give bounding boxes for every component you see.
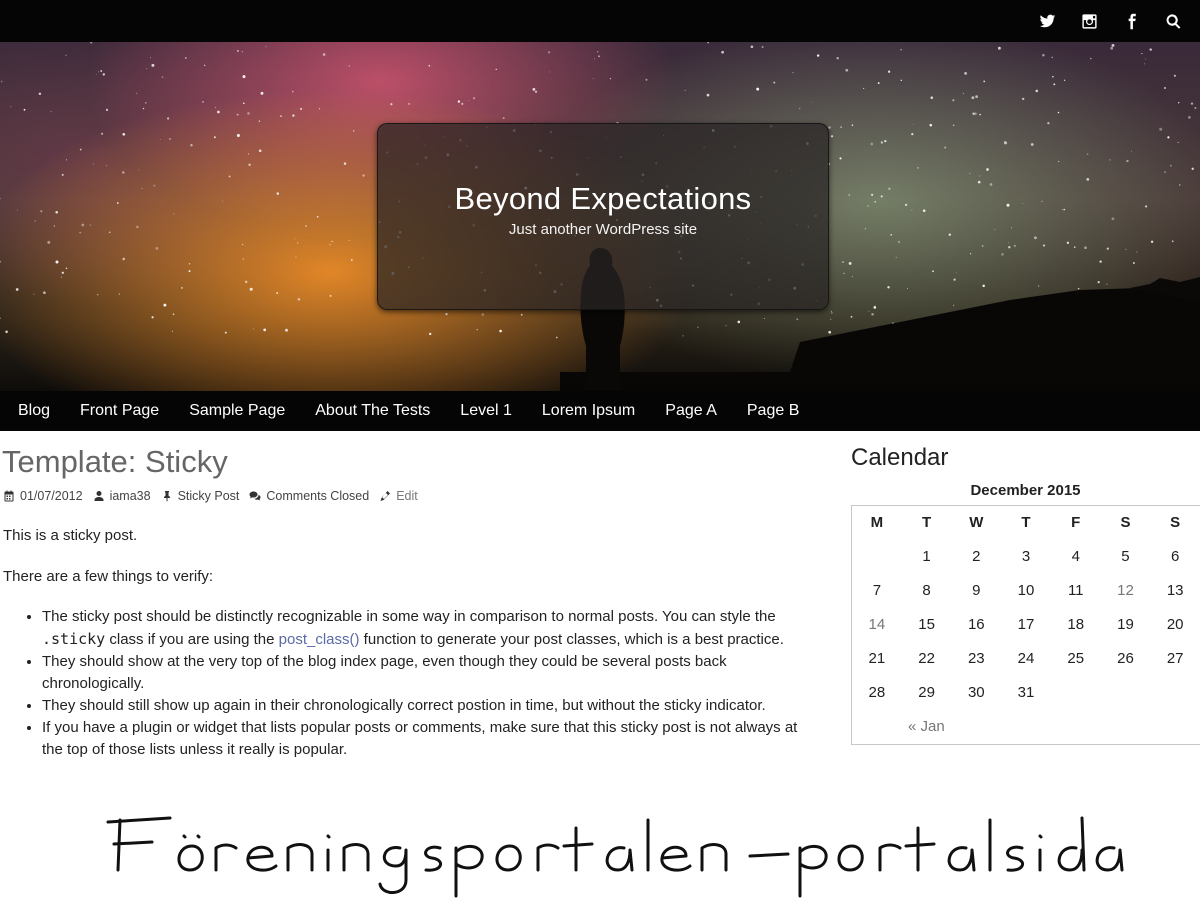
calendar-day: 26 [1117, 650, 1134, 667]
edit-link[interactable]: Edit [396, 489, 418, 503]
nav-item-blog[interactable]: Blog [3, 391, 65, 431]
facebook-icon[interactable] [1110, 0, 1152, 42]
list-item: They should show at the very top of the … [42, 651, 812, 695]
user-icon [94, 491, 104, 501]
calendar-day: 5 [1121, 548, 1130, 565]
calendar-day: 3 [1021, 548, 1031, 565]
calendar-day: 8 [922, 582, 931, 599]
calendar-day: 10 [1017, 582, 1035, 599]
weekday-header: S [1120, 514, 1131, 531]
post-class-link[interactable]: post_class() [279, 631, 360, 648]
main-navigation: Blog Front Page Sample Page About The Te… [0, 391, 1200, 431]
calendar-day: 22 [918, 650, 935, 667]
calendar-icon [4, 490, 14, 502]
calendar-widget: December 2015 M T W T F S S 1 2 3 4 5 6 7 8 9 10 1… [851, 477, 1200, 745]
nav-item-sample-page[interactable]: Sample Page [174, 391, 300, 431]
calendar-widget-title: Calendar [851, 444, 949, 471]
calendar-day: 17 [1017, 616, 1035, 633]
calendar-day: 20 [1166, 616, 1184, 633]
handwritten-caption-overlay [106, 816, 1124, 898]
twitter-icon[interactable] [1026, 0, 1068, 42]
calendar-day: 13 [1166, 582, 1184, 599]
site-tagline: Just another WordPress site [508, 221, 698, 238]
calendar-day: 15 [918, 616, 935, 633]
calendar-week-row: 28 29 30 31 [852, 676, 1200, 710]
weekday-header: M [870, 514, 884, 531]
pencil-icon [380, 491, 391, 501]
calendar-weeks: 1 2 3 4 5 6 7 8 9 10 11 12 13 14 15 16 17 18 19 20 21 22 23 24 2… [852, 540, 1200, 710]
nav-item-page-a[interactable]: Page A [650, 391, 732, 431]
calendar-week-row: 7 8 9 10 11 12 13 [852, 574, 1200, 608]
calendar-prev-month-link[interactable]: « Jan [852, 710, 1200, 744]
calendar-day: 6 [1171, 548, 1180, 565]
calendar-day: 4 [1071, 548, 1080, 565]
weekday-header: T [1021, 514, 1031, 531]
nav-item-page-b[interactable]: Page B [732, 391, 814, 431]
calendar-day: 31 [1017, 684, 1035, 701]
calendar-day: 1 [922, 548, 931, 565]
calendar-day: 14 [868, 616, 886, 633]
list-item: They should still show up again in their… [42, 695, 812, 717]
nav-item-level-1[interactable]: Level 1 [445, 391, 527, 431]
calendar-day: 18 [1067, 616, 1085, 633]
weekday-header: F [1071, 514, 1081, 531]
calendar-week-row: 1 2 3 4 5 6 [852, 540, 1200, 574]
calendar-day: 25 [1067, 650, 1085, 667]
weekday-header: W [969, 514, 984, 531]
calendar-day: 23 [967, 650, 985, 667]
weekday-header: T [921, 514, 932, 531]
calendar-empty-cell [1051, 676, 1101, 710]
calendar-week-row: 14 15 16 17 18 19 20 [852, 608, 1200, 642]
post-author[interactable]: iama38 [110, 489, 151, 503]
calendar-day: 21 [868, 650, 886, 667]
calendar-day: 12 [1117, 582, 1134, 599]
nav-item-about-the-tests[interactable]: About The Tests [300, 391, 445, 431]
calendar-table: M T W T F S S 1 2 3 4 5 6 7 8 9 10 11 12 13 14 15 16 17 1… [851, 505, 1200, 745]
search-icon[interactable] [1152, 0, 1194, 42]
calendar-empty-cell [852, 540, 902, 574]
post-paragraph-2: There are a few things to verify: [3, 568, 214, 585]
calendar-day: 16 [967, 616, 985, 633]
calendar-day: 24 [1017, 650, 1035, 667]
nav-item-front-page[interactable]: Front Page [65, 391, 174, 431]
calendar-header-row: M T W T F S S [852, 506, 1200, 540]
pin-icon [163, 491, 170, 502]
calendar-week-row: 21 22 23 24 25 26 27 [852, 642, 1200, 676]
calendar-caption: December 2015 [970, 482, 1081, 499]
calendar-day: 27 [1166, 650, 1184, 667]
calendar-day: 29 [918, 684, 935, 701]
calendar-day: 7 [872, 582, 882, 599]
calendar-empty-cell [1101, 676, 1151, 710]
list-item: If you have a plugin or widget that list… [42, 717, 812, 761]
sticky-label: Sticky Post [177, 489, 240, 503]
nav-item-lorem-ipsum[interactable]: Lorem Ipsum [527, 391, 650, 431]
comments-icon [249, 491, 261, 501]
comments-status: Comments Closed [266, 489, 370, 503]
calendar-day: 2 [972, 548, 981, 565]
calendar-day: 11 [1067, 582, 1084, 599]
header-image: Beyond Expectations Just another WordPre… [0, 42, 1200, 391]
post-paragraph-1: This is a sticky post. [3, 527, 138, 544]
verification-list: The sticky post should be distinctly rec… [22, 606, 812, 761]
calendar-day: 30 [967, 684, 985, 701]
post-meta: 01/07/2012 iama38 Sticky Post Comments C… [3, 489, 428, 503]
post-title[interactable]: Template: Sticky [2, 444, 228, 480]
site-title[interactable]: Beyond Expectations [455, 181, 752, 217]
calendar-day: 19 [1117, 616, 1134, 633]
list-item: The sticky post should be distinctly rec… [42, 606, 812, 651]
calendar-empty-cell [1150, 676, 1200, 710]
site-branding: Beyond Expectations Just another WordPre… [377, 123, 829, 310]
post-date[interactable]: 01/07/2012 [20, 489, 83, 503]
calendar-day: 28 [868, 684, 886, 701]
weekday-header: S [1170, 514, 1181, 531]
top-bar [0, 0, 1200, 42]
calendar-day: 9 [972, 582, 981, 599]
sticky-class-code: .sticky [42, 630, 106, 648]
instagram-icon[interactable] [1068, 0, 1110, 42]
